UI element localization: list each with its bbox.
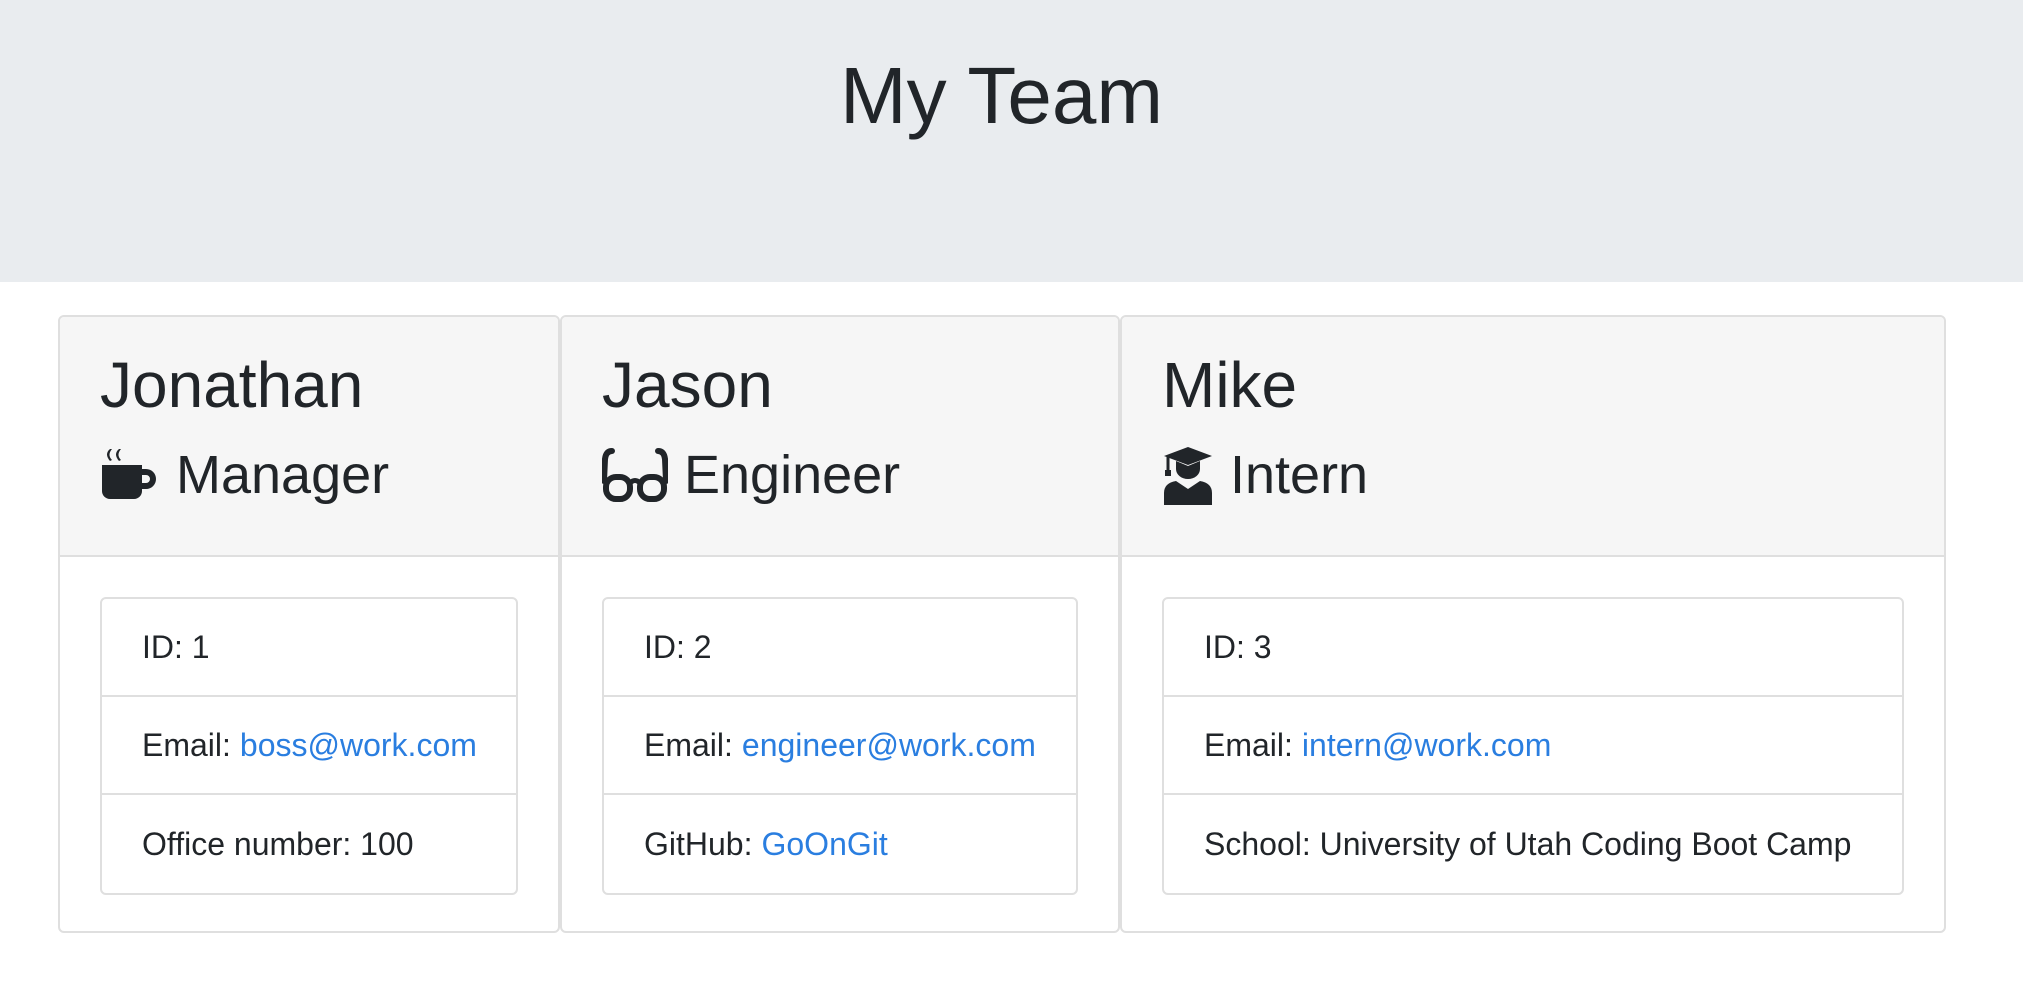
employee-card-manager: Jonathan Manager ID: 1 Email: boss@work.c… [58,315,560,933]
list-item-email: Email: intern@work.com [1164,697,1902,795]
list-item-id: ID: 2 [604,599,1076,697]
employee-card-engineer: Jason Engineer ID: 2 Email: engineer@work… [560,315,1120,933]
header-banner: My Team [0,0,2023,282]
role-label: Intern [1230,445,1369,505]
glasses-icon [601,445,669,505]
employee-card-intern: Mike Intern ID: 3 Email: intern@work.com … [1120,315,1946,933]
github-link[interactable]: GoOnGit [761,826,887,863]
list-item-id: ID: 3 [1164,599,1902,697]
role-label: Engineer [684,445,901,505]
list-item-id: ID: 1 [102,599,516,697]
email-link[interactable]: boss@work.com [240,727,477,764]
card-header: Jonathan Manager [60,317,558,557]
employee-name: Jonathan [100,349,364,421]
employee-name: Mike [1162,349,1298,421]
info-list: ID: 1 Email: boss@work.com Office number:… [100,597,518,895]
list-item-email: Email: engineer@work.com [604,697,1076,795]
employee-role: Engineer [601,441,901,509]
employee-name: Jason [602,349,773,421]
email-link[interactable]: intern@work.com [1302,727,1551,764]
email-link[interactable]: engineer@work.com [742,727,1036,764]
info-list: ID: 2 Email: engineer@work.com GitHub: GoO… [602,597,1078,895]
coffee-mug-icon [100,445,160,505]
graduate-icon [1162,445,1214,505]
employee-role: Intern [1162,441,1368,509]
card-header: Mike Intern [1122,317,1944,557]
list-item-github: GitHub: GoOnGit [644,825,888,863]
employee-role: Manager [100,441,389,509]
role-label: Manager [176,445,390,505]
list-item-email: Email: boss@work.com [102,697,516,795]
card-header: Jason Engineer [562,317,1118,557]
list-item-school: School: University of Utah Coding Boot C… [1204,825,1852,862]
info-list: ID: 3 Email: intern@work.com School: Univ… [1162,597,1904,895]
list-item-office-number: Office number: 100 [142,825,414,862]
page-title: My Team [839,51,1164,140]
